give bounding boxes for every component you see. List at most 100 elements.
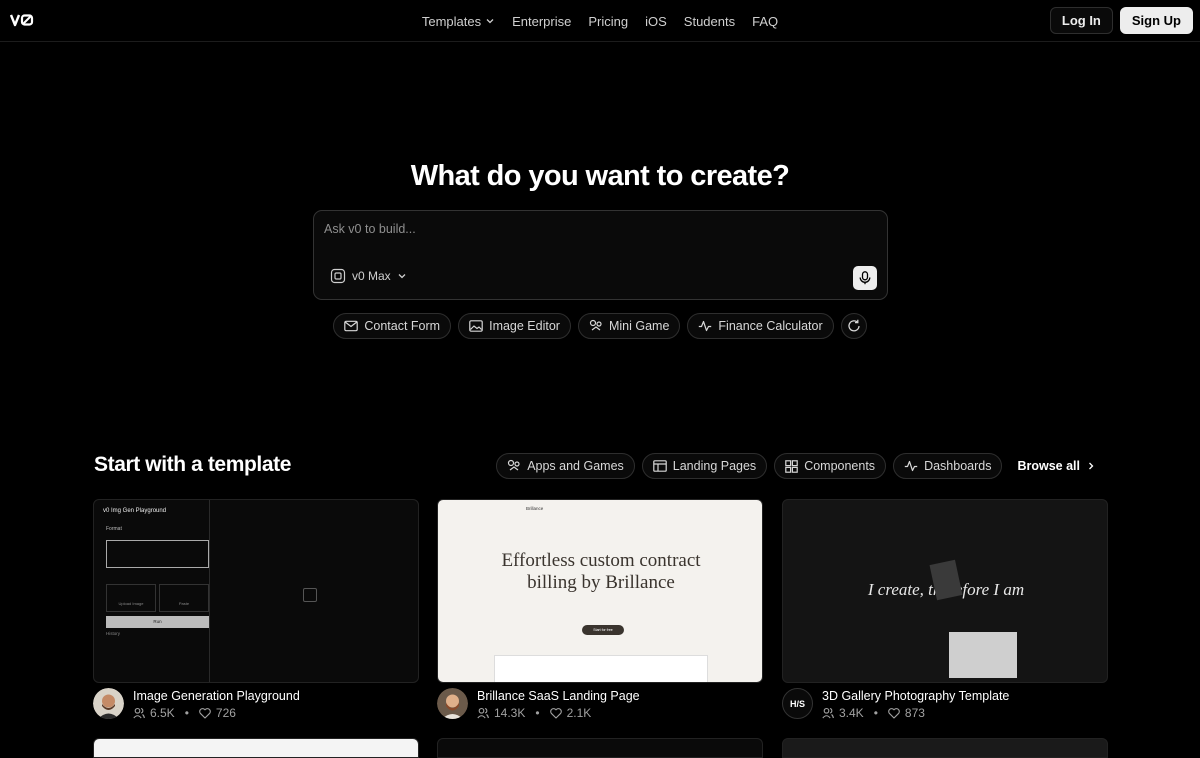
- preview-brand: Brillance: [526, 506, 544, 511]
- suggestion-label: Contact Form: [364, 319, 441, 333]
- template-title[interactable]: Image Generation Playground: [133, 689, 300, 703]
- heart-icon: [199, 707, 211, 719]
- likes-count: 2.1K: [566, 706, 592, 720]
- nav-faq[interactable]: FAQ: [752, 14, 778, 29]
- prompt-box[interactable]: Ask v0 to build... v0 Max: [313, 210, 888, 300]
- template-thumbnail-partial[interactable]: [437, 738, 763, 758]
- main-nav: Templates Enterprise Pricing iOS Student…: [0, 0, 1200, 42]
- likes-count: 726: [215, 706, 236, 720]
- users-icon: [477, 707, 489, 719]
- template-card: v0 Img Gen Playground Format Upload Imag…: [93, 499, 419, 728]
- filter-label: Dashboards: [924, 459, 992, 473]
- image-icon: [469, 320, 483, 332]
- suggestion-label: Finance Calculator: [718, 319, 823, 333]
- nav-templates-label: Templates: [421, 13, 482, 29]
- suggestion-mini-game[interactable]: Mini Game: [577, 313, 681, 339]
- template-stats: 6.5K • 726: [133, 706, 236, 720]
- login-button[interactable]: Log In: [1049, 7, 1113, 34]
- filter-landing-pages[interactable]: Landing Pages: [641, 453, 768, 479]
- microphone-icon: [859, 271, 871, 285]
- activity-icon: [904, 460, 918, 472]
- suggestion-label: Mini Game: [608, 319, 670, 333]
- preview-sidebar: v0 Img Gen Playground Format Upload Imag…: [94, 500, 210, 682]
- activity-icon: [699, 320, 712, 332]
- filter-label: Landing Pages: [672, 459, 757, 473]
- refresh-icon: [848, 319, 860, 332]
- preview-cta: Start for free: [582, 625, 624, 635]
- filter-label: Components: [804, 459, 876, 473]
- card-meta: Image Generation Playground 6.5K • 726: [93, 688, 419, 728]
- suggestion-label: Image Editor: [489, 319, 560, 333]
- card-meta: Brillance SaaS Landing Page 14.3K • 2.1K: [437, 688, 763, 728]
- model-selector[interactable]: v0 Max: [330, 268, 407, 284]
- chevron-down-icon: [486, 19, 494, 24]
- avatar[interactable]: [437, 688, 468, 719]
- refresh-suggestions-button[interactable]: [840, 313, 867, 339]
- auth-buttons: Log In Sign Up: [1049, 7, 1193, 34]
- preview-app-window: [494, 655, 708, 682]
- template-thumbnail-partial[interactable]: [782, 738, 1108, 758]
- avatar[interactable]: H/S: [782, 688, 813, 719]
- nav-enterprise[interactable]: Enterprise: [512, 14, 571, 29]
- microphone-button[interactable]: [853, 266, 877, 290]
- preview-headline-2: billing by Brillance: [527, 572, 675, 593]
- filter-components[interactable]: Components: [774, 453, 887, 479]
- preview-headline-1: Effortless custom contract: [501, 550, 701, 571]
- users-count: 14.3K: [494, 706, 526, 720]
- top-navigation-bar: Templates Enterprise Pricing iOS Student…: [0, 0, 1200, 42]
- template-card: I create, therefore I am H/S 3D Gallery …: [782, 499, 1108, 728]
- template-filters: Apps and Games Landing Pages Components …: [496, 453, 1096, 479]
- template-thumbnail[interactable]: Brillance Effortless custom contract bil…: [437, 499, 763, 683]
- separator-dot: •: [873, 706, 878, 720]
- template-thumbnail[interactable]: v0 Img Gen Playground Format Upload Imag…: [93, 499, 419, 683]
- heart-icon: [549, 707, 562, 719]
- preview-format-label: Format: [106, 526, 122, 532]
- preview-upload-box: Upload Image: [106, 584, 156, 612]
- filter-dashboards[interactable]: Dashboards: [893, 453, 1003, 479]
- hero-title: What do you want to create?: [410, 160, 790, 192]
- users-count: 6.5K: [150, 706, 175, 720]
- preview-photo: [949, 632, 1017, 678]
- browse-all-link[interactable]: Browse all: [1009, 459, 1096, 473]
- nav-ios[interactable]: iOS: [645, 14, 667, 29]
- likes-count: 873: [904, 706, 925, 720]
- preview-prompt-box: [106, 540, 209, 568]
- template-thumbnail-partial[interactable]: [93, 738, 419, 758]
- nav-students[interactable]: Students: [684, 14, 735, 29]
- model-label: v0 Max: [352, 269, 391, 283]
- preview-placeholder-icon: [303, 588, 317, 602]
- template-title[interactable]: Brillance SaaS Landing Page: [477, 689, 640, 703]
- template-stats: 3.4K • 873: [822, 706, 925, 720]
- suggestion-chips: Contact Form Image Editor Mini Game Fina…: [0, 313, 1200, 339]
- prompt-input[interactable]: Ask v0 to build...: [324, 222, 416, 236]
- mail-icon: [344, 320, 359, 332]
- chevron-down-icon: [398, 274, 406, 279]
- browse-all-label: Browse all: [1017, 459, 1080, 473]
- preview-paste-box: Paste: [159, 584, 209, 612]
- users-icon: [133, 707, 145, 719]
- suggestion-contact-form[interactable]: Contact Form: [333, 313, 452, 339]
- signup-button[interactable]: Sign Up: [1119, 7, 1193, 34]
- filter-label: Apps and Games: [527, 459, 624, 473]
- nav-templates[interactable]: Templates: [422, 14, 495, 29]
- card-meta: H/S 3D Gallery Photography Template 3.4K…: [782, 688, 1108, 728]
- filter-apps-and-games[interactable]: Apps and Games: [496, 453, 635, 479]
- v0-logo[interactable]: [10, 12, 34, 28]
- suggestion-finance-calculator[interactable]: Finance Calculator: [687, 313, 834, 339]
- preview-run-button: Run: [106, 616, 209, 628]
- suggestion-image-editor[interactable]: Image Editor: [458, 313, 571, 339]
- model-chip-icon: [330, 268, 346, 284]
- separator-dot: •: [535, 706, 540, 720]
- template-title[interactable]: 3D Gallery Photography Template: [822, 689, 1009, 703]
- game-icon: [589, 319, 602, 331]
- templates-section-title: Start with a template: [94, 453, 291, 476]
- separator-dot: •: [184, 706, 189, 720]
- avatar[interactable]: [93, 688, 124, 719]
- preview-heading: v0 Img Gen Playground: [103, 508, 167, 514]
- chevron-right-icon: [1089, 462, 1094, 470]
- heart-icon: [888, 707, 900, 719]
- nav-pricing[interactable]: Pricing: [588, 14, 628, 29]
- game-icon: [508, 459, 520, 471]
- template-thumbnail[interactable]: I create, therefore I am: [782, 499, 1108, 683]
- template-stats: 14.3K • 2.1K: [477, 706, 591, 720]
